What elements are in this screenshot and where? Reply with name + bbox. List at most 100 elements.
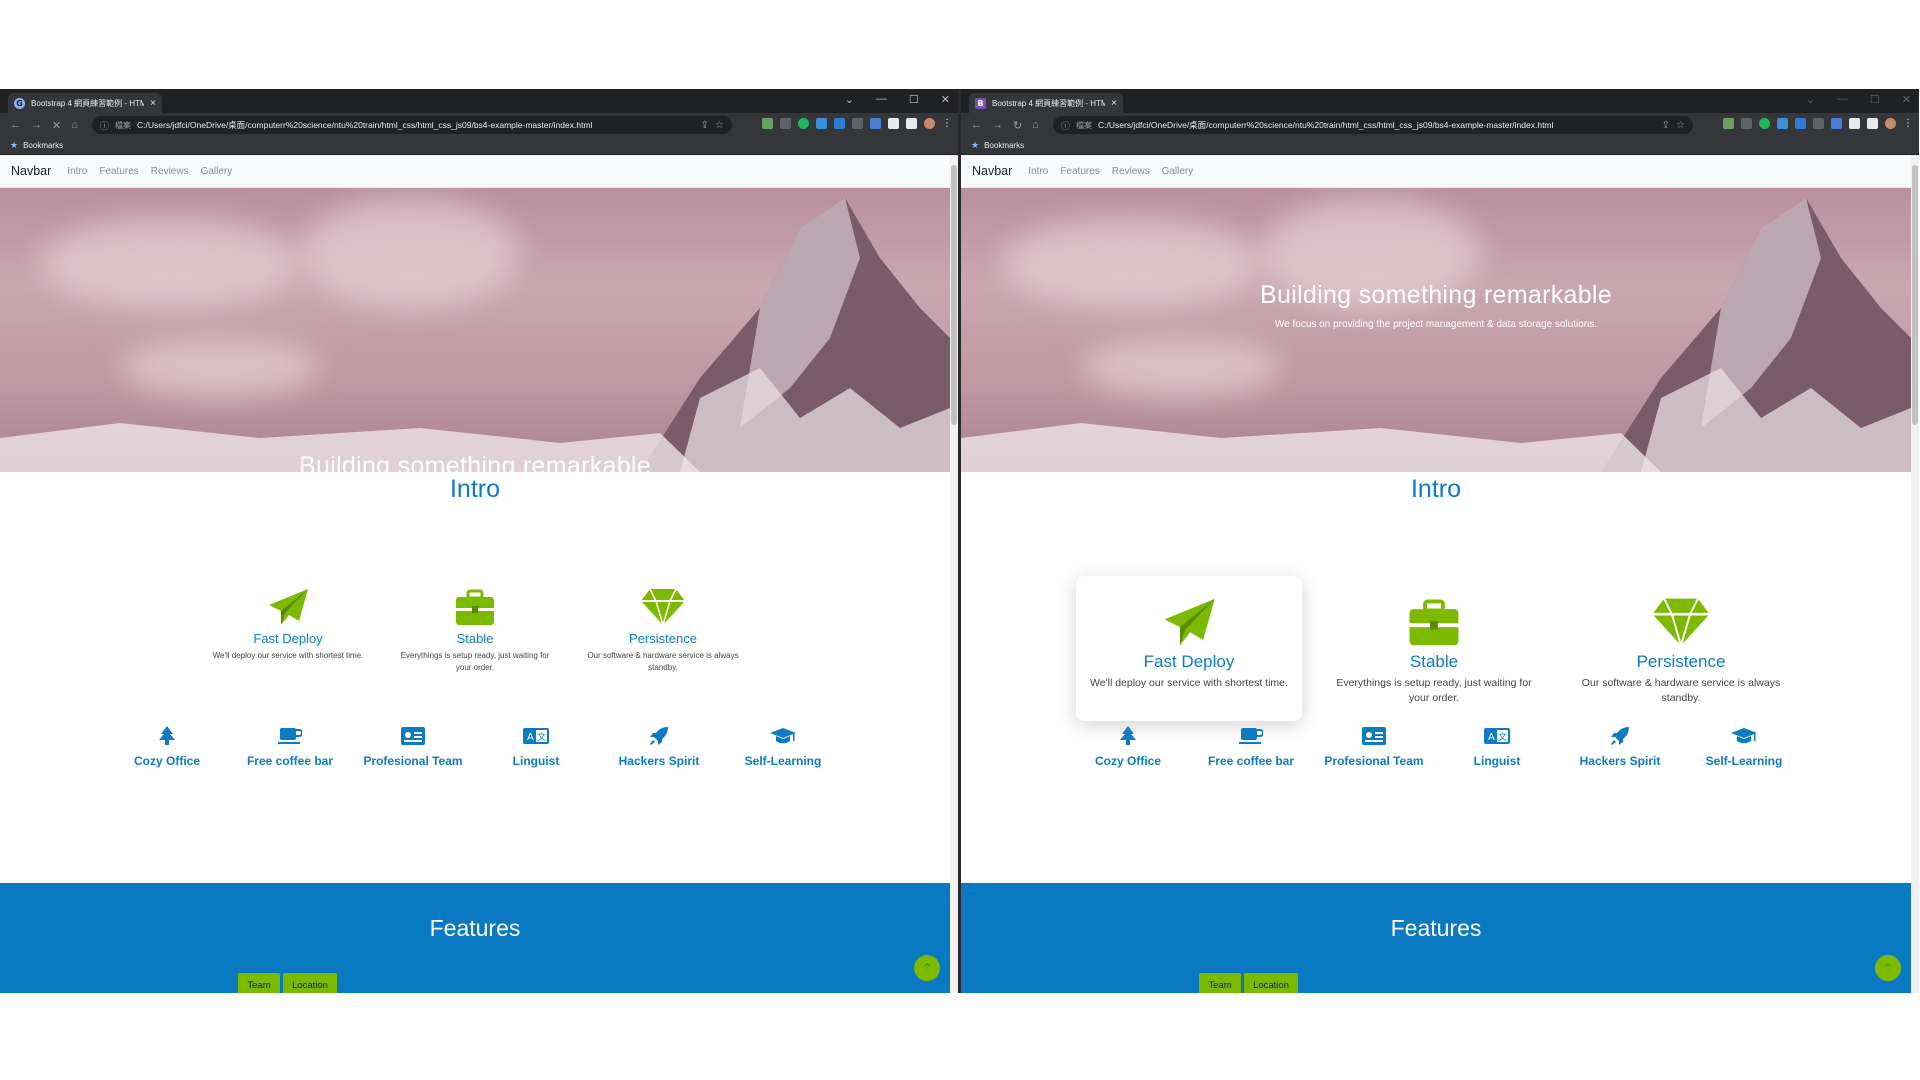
- browser-tab[interactable]: B Bootstrap 4 網頁練習範例 - HTM ×: [969, 93, 1123, 113]
- share-icon[interactable]: ⇪: [1662, 120, 1670, 131]
- scrollbar-thumb[interactable]: [951, 165, 957, 425]
- bookmarks-label[interactable]: Bookmarks: [984, 141, 1024, 150]
- mountain-illustration: [0, 198, 950, 472]
- browser-window-right: B Bootstrap 4 網頁練習範例 - HTM × ⌄ — ☐ ✕ ← →…: [961, 89, 1919, 993]
- extension-icon[interactable]: [780, 118, 791, 129]
- features-section: Features Team Location ⌃: [961, 883, 1911, 993]
- team-button[interactable]: Team: [1199, 973, 1241, 993]
- extension-icon[interactable]: [1777, 118, 1788, 129]
- svg-text:文: 文: [537, 731, 546, 743]
- bookmark-star-icon[interactable]: ☆: [715, 120, 724, 131]
- perk-free-coffee: Free coffee bar: [1196, 725, 1306, 768]
- nav-link-features[interactable]: Features: [99, 166, 138, 177]
- extension-icon[interactable]: [1723, 118, 1734, 129]
- extension-icon[interactable]: [1795, 118, 1806, 129]
- menu-kebab-icon[interactable]: ⋮: [942, 118, 952, 129]
- url-text[interactable]: C:/Users/jdfci/OneDrive/桌面/computerr%20s…: [1098, 119, 1656, 131]
- grammarly-icon[interactable]: [798, 118, 809, 129]
- extension-icon[interactable]: [834, 118, 845, 129]
- back-icon[interactable]: ←: [971, 119, 982, 132]
- extensions-area: ⋮: [1723, 118, 1913, 129]
- toolbar: ← → ↻ ⌂ ⓘ 檔案 C:/Users/jdfci/OneDrive/桌面/…: [961, 113, 1919, 137]
- browser-tab[interactable]: G Bootstrap 4 網頁練習範例 - HTM ×: [8, 93, 162, 113]
- bookmark-star-icon[interactable]: ☆: [1676, 120, 1685, 131]
- perk-cozy-office: Cozy Office: [1073, 725, 1183, 768]
- minimize-icon[interactable]: —: [876, 93, 887, 106]
- bookmarks-label[interactable]: Bookmarks: [23, 141, 63, 150]
- address-scheme: 檔案: [1076, 120, 1093, 130]
- nav-link-gallery[interactable]: Gallery: [1162, 166, 1194, 177]
- tree-icon: [1120, 726, 1136, 745]
- share-icon[interactable]: ⇪: [701, 120, 709, 131]
- avatar[interactable]: [924, 118, 935, 129]
- navbar-brand[interactable]: Navbar: [11, 164, 51, 178]
- tab-search-icon[interactable]: ⌄: [1806, 93, 1815, 106]
- grammarly-icon[interactable]: [1759, 118, 1770, 129]
- extension-icon[interactable]: [762, 118, 773, 129]
- page-scrollbar[interactable]: [950, 155, 958, 993]
- stop-loading-icon[interactable]: ✕: [52, 119, 61, 132]
- page-scrollbar[interactable]: [1911, 155, 1919, 993]
- tab-close-icon[interactable]: ×: [150, 98, 156, 109]
- home-icon[interactable]: ⌂: [71, 119, 78, 132]
- briefcase-icon: [456, 589, 494, 625]
- nav-link-reviews[interactable]: Reviews: [151, 166, 189, 177]
- info-icon[interactable]: ⓘ: [1061, 119, 1070, 132]
- nav-link-intro[interactable]: Intro: [1028, 166, 1048, 177]
- extension-icon[interactable]: [1831, 118, 1842, 129]
- team-button[interactable]: Team: [238, 973, 280, 993]
- address-bar[interactable]: ⓘ 檔案 C:/Users/jdfci/OneDrive/桌面/computer…: [1053, 116, 1693, 134]
- language-icon: A文: [523, 728, 549, 744]
- perk-hackers-spirit: Hackers Spirit: [604, 725, 714, 768]
- window-controls: ⌄ — ☐ ✕: [1806, 93, 1911, 106]
- forward-icon[interactable]: →: [31, 119, 42, 132]
- feature-title: Fast Deploy: [1143, 652, 1235, 671]
- nav-link-gallery[interactable]: Gallery: [201, 166, 233, 177]
- scroll-to-top-button[interactable]: ⌃: [914, 955, 940, 981]
- minimize-icon[interactable]: —: [1837, 93, 1848, 106]
- perk-professional-team: Profesional Team: [1319, 725, 1429, 768]
- close-window-icon[interactable]: ✕: [1902, 93, 1911, 106]
- feature-fast-deploy[interactable]: Fast Deploy We'll deploy our service wit…: [1076, 596, 1302, 691]
- extension-icon[interactable]: [870, 118, 881, 129]
- tab-search-icon[interactable]: ⌄: [845, 93, 854, 106]
- scroll-to-top-button[interactable]: ⌃: [1875, 955, 1901, 981]
- nav-link-features[interactable]: Features: [1060, 166, 1099, 177]
- maximize-icon[interactable]: ☐: [909, 93, 919, 106]
- forward-icon[interactable]: →: [992, 119, 1003, 132]
- scrollbar-thumb[interactable]: [1912, 165, 1918, 425]
- navbar-brand[interactable]: Navbar: [972, 164, 1012, 178]
- extension-icon[interactable]: [852, 118, 863, 129]
- location-button[interactable]: Location: [1244, 973, 1298, 993]
- tab-close-icon[interactable]: ×: [1111, 98, 1117, 109]
- home-icon[interactable]: ⌂: [1032, 119, 1039, 132]
- address-bar[interactable]: ⓘ 檔案 C:/Users/jdfci/OneDrive/桌面/computer…: [92, 116, 732, 134]
- intro-title: Intro: [1410, 475, 1462, 503]
- tab-strip: G Bootstrap 4 網頁練習範例 - HTM × ⌄ — ☐ ✕: [0, 89, 958, 113]
- url-text[interactable]: C:/Users/jdfci/OneDrive/桌面/computerr%20s…: [137, 119, 695, 131]
- hero-title: Building something remarkable: [1260, 281, 1612, 309]
- close-window-icon[interactable]: ✕: [941, 93, 950, 106]
- perk-label: Hackers Spirit: [1579, 754, 1661, 768]
- nav-buttons: ← → ✕ ⌂: [0, 119, 94, 132]
- extension-icon[interactable]: [816, 118, 827, 129]
- nav-link-reviews[interactable]: Reviews: [1112, 166, 1150, 177]
- avatar[interactable]: [1885, 118, 1896, 129]
- location-button[interactable]: Location: [283, 973, 337, 993]
- extension-icon[interactable]: [1741, 118, 1752, 129]
- info-icon[interactable]: ⓘ: [100, 119, 109, 132]
- maximize-icon[interactable]: ☐: [1870, 93, 1880, 106]
- puzzle-extensions-icon[interactable]: [888, 118, 899, 129]
- puzzle-extensions-icon[interactable]: [1849, 118, 1860, 129]
- nav-link-intro[interactable]: Intro: [67, 166, 87, 177]
- feature-desc: Our software & hardware service is alway…: [1581, 677, 1781, 704]
- paper-plane-icon: [1164, 598, 1215, 646]
- extension-icon[interactable]: [1813, 118, 1824, 129]
- menu-kebab-icon[interactable]: ⋮: [1903, 118, 1913, 129]
- side-panel-icon[interactable]: [1867, 118, 1878, 129]
- back-icon[interactable]: ←: [10, 119, 21, 132]
- side-panel-icon[interactable]: [906, 118, 917, 129]
- reload-icon[interactable]: ↻: [1013, 119, 1022, 132]
- perk-label: Profesional Team: [363, 754, 463, 768]
- site-navbar: Navbar Intro Features Reviews Gallery: [0, 155, 950, 188]
